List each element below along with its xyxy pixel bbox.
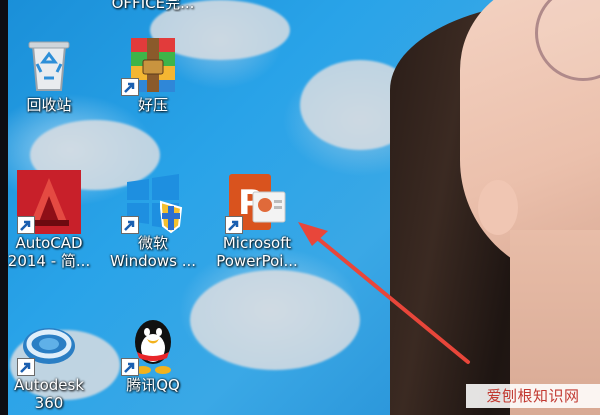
icon-label-line2: 360 bbox=[34, 394, 64, 412]
icon-label: OFFICE完... bbox=[111, 0, 195, 12]
desktop-icon-autocad[interactable]: AutoCAD 2014 - 简... bbox=[0, 170, 98, 270]
icon-label: 腾讯QQ bbox=[126, 376, 180, 394]
haozip-icon bbox=[121, 32, 185, 96]
icon-label-line2: 2014 - 简... bbox=[7, 252, 91, 270]
desktop-icon-office-top[interactable]: OFFICE完... bbox=[104, 0, 202, 12]
icon-label: 回收站 bbox=[26, 96, 72, 114]
watermark: 爱刨根知识网 bbox=[466, 384, 600, 408]
desktop-icon-windows[interactable]: 微软 Windows ... bbox=[104, 170, 202, 270]
shortcut-arrow-icon bbox=[121, 78, 139, 96]
desktop: OFFICE完... 回收站 好压 AutoCAD 2014 - 简... 微软… bbox=[0, 0, 600, 415]
wallpaper-photo bbox=[390, 0, 600, 415]
ear bbox=[478, 180, 518, 235]
desktop-icon-qq[interactable]: 腾讯QQ bbox=[104, 312, 202, 394]
windows-icon bbox=[121, 170, 185, 234]
qq-penguin-icon bbox=[121, 312, 185, 376]
icon-label-line1: AutoCAD bbox=[15, 234, 83, 252]
recycle-bin-icon bbox=[17, 32, 81, 96]
icon-label-line2: PowerPoi... bbox=[216, 252, 298, 270]
desktop-icon-haozip[interactable]: 好压 bbox=[104, 32, 202, 114]
icon-label-line1: Microsoft bbox=[222, 234, 292, 252]
icon-label-line1: 微软 bbox=[137, 234, 168, 252]
icon-label-line2: Windows ... bbox=[109, 252, 197, 270]
desktop-icon-recycle-bin[interactable]: 回收站 bbox=[0, 32, 98, 114]
icon-label: 好压 bbox=[137, 96, 168, 114]
autodesk-360-icon bbox=[17, 312, 81, 376]
powerpoint-icon: P bbox=[225, 170, 289, 234]
shortcut-arrow-icon bbox=[121, 358, 139, 376]
shortcut-arrow-icon bbox=[17, 216, 35, 234]
shortcut-arrow-icon bbox=[17, 358, 35, 376]
icon-label-line1: Autodesk bbox=[13, 376, 85, 394]
autocad-icon bbox=[17, 170, 81, 234]
wallpaper-rock bbox=[190, 270, 360, 370]
desktop-icon-autodesk-360[interactable]: Autodesk 360 bbox=[0, 312, 98, 412]
shortcut-arrow-icon bbox=[225, 216, 243, 234]
desktop-icon-powerpoint[interactable]: P Microsoft PowerPoi... bbox=[208, 170, 306, 270]
shortcut-arrow-icon bbox=[121, 216, 139, 234]
